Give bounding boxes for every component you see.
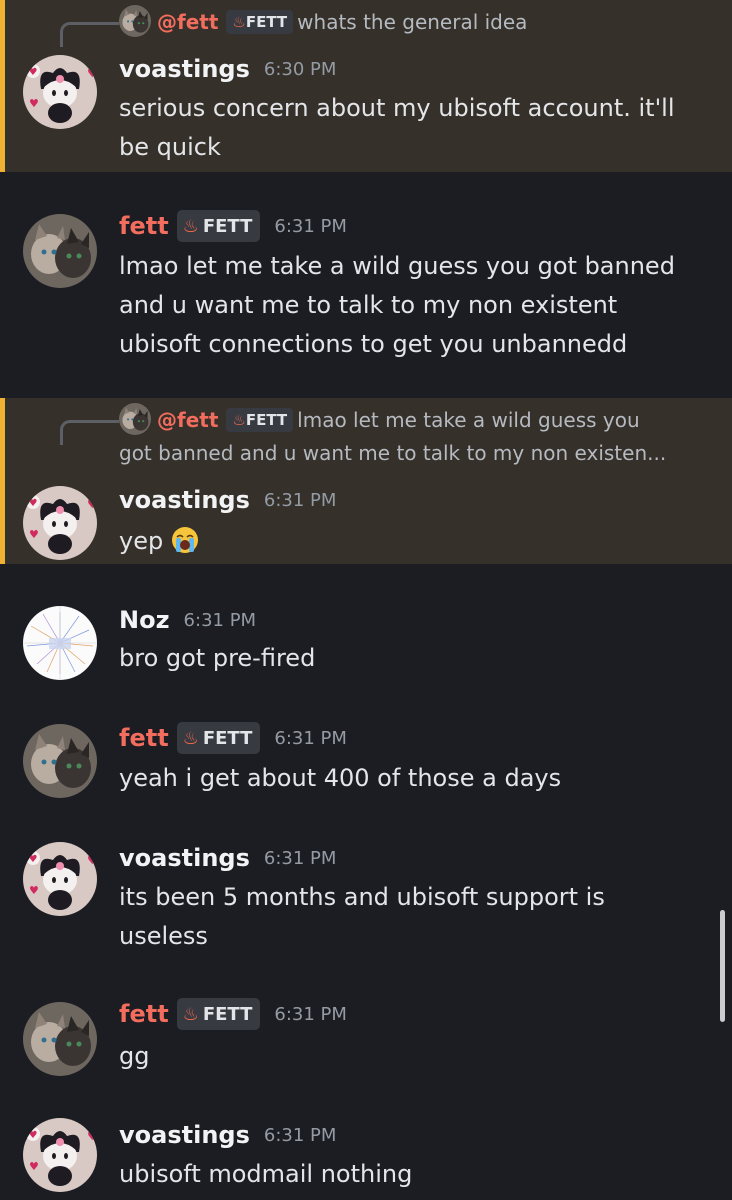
message-item[interactable]: fett ♨ FETT 6:31 PM gg	[0, 980, 732, 1098]
role-tag: ♨ FETT	[176, 998, 261, 1030]
flame-icon: ♨	[182, 215, 199, 237]
flame-icon: ♨	[232, 13, 246, 31]
message-header: Noz 6:31 PM	[119, 604, 256, 636]
message-text: lmao let me take a wild guess you got ba…	[119, 252, 675, 358]
role-tag: ♨ FETT	[176, 210, 261, 242]
reply-text-line2: got banned and u want me to talk to my n…	[119, 441, 667, 465]
username[interactable]: fett	[119, 724, 169, 752]
reply-mention[interactable]: @fett	[157, 10, 218, 34]
message-header: voastings 6:30 PM	[119, 53, 336, 85]
timestamp: 6:31 PM	[274, 1003, 347, 1025]
username[interactable]: Noz	[119, 606, 170, 634]
message-text: bro got pre-fired	[119, 644, 316, 672]
message-header: fett ♨ FETT 6:31 PM	[119, 722, 347, 754]
timestamp: 6:31 PM	[263, 489, 337, 511]
avatar[interactable]	[23, 486, 97, 560]
flame-icon: ♨	[182, 1003, 199, 1025]
message-text: gg	[119, 1042, 150, 1070]
timestamp: 6:31 PM	[274, 727, 347, 749]
avatar[interactable]	[23, 842, 97, 916]
username[interactable]: voastings	[119, 1121, 250, 1149]
reply-connector	[60, 420, 119, 445]
message-item[interactable]: Noz 6:31 PM bro got pre-fired	[0, 564, 732, 704]
timestamp: 6:31 PM	[274, 215, 347, 237]
message-header: fett ♨ FETT 6:31 PM	[119, 998, 347, 1030]
avatar[interactable]	[23, 55, 97, 129]
reply-text: whats the general idea	[297, 10, 528, 34]
message-text: ubisoft modmail nothing	[119, 1160, 413, 1188]
message-header: fett ♨ FETT 6:31 PM	[119, 210, 347, 242]
username[interactable]: fett	[119, 212, 169, 240]
reply-role-tag: ♨FETT	[226, 408, 294, 432]
reply-text: lmao let me take a wild guess you	[297, 408, 640, 432]
reply-preview[interactable]: @fett ♨FETT lmao let me take a wild guess …	[119, 403, 719, 470]
username[interactable]: voastings	[119, 55, 250, 83]
flame-icon: ♨	[182, 727, 199, 749]
message-text: its been 5 months and ubisoft support is…	[119, 883, 605, 950]
message-text: yep	[119, 522, 719, 561]
reply-mention[interactable]: @fett	[157, 408, 218, 432]
username[interactable]: voastings	[119, 844, 250, 872]
message-header: voastings 6:31 PM	[119, 484, 336, 516]
message-header: voastings 6:31 PM	[119, 842, 336, 874]
avatar[interactable]	[23, 724, 97, 798]
message-item[interactable]: fett ♨ FETT 6:31 PM yeah i get about 400 …	[0, 704, 732, 822]
reply-connector	[60, 22, 119, 47]
loudly-crying-face-icon	[172, 527, 199, 553]
username[interactable]: fett	[119, 1000, 169, 1028]
reply-avatar	[119, 403, 151, 435]
timestamp: 6:30 PM	[263, 58, 337, 80]
message-item[interactable]: voastings 6:31 PM its been 5 months and …	[0, 822, 732, 980]
avatar[interactable]	[23, 1002, 97, 1076]
username[interactable]: voastings	[119, 486, 250, 514]
message-text: yeah i get about 400 of those a days	[119, 764, 562, 792]
timestamp: 6:31 PM	[183, 609, 257, 631]
reply-avatar	[119, 5, 151, 37]
message-text: serious concern about my ubisoft account…	[119, 94, 675, 161]
message-item[interactable]: fett ♨ FETT 6:31 PM lmao let me take a wi…	[0, 172, 732, 398]
role-tag: ♨ FETT	[176, 722, 261, 754]
scrollbar[interactable]	[720, 910, 725, 1022]
reply-role-tag: ♨FETT	[226, 10, 294, 34]
message-item[interactable]: @fett ♨FETT lmao let me take a wild guess …	[0, 398, 732, 564]
avatar[interactable]	[23, 214, 97, 288]
message-header: voastings 6:31 PM	[119, 1119, 336, 1151]
timestamp: 6:31 PM	[263, 1124, 337, 1146]
reply-preview[interactable]: @fett ♨FETT whats the general idea	[119, 5, 719, 39]
message-item[interactable]: voastings 6:31 PM ubisoft modmail nothin…	[0, 1098, 732, 1200]
message-item[interactable]: @fett ♨FETT whats the general idea voastin…	[0, 0, 732, 172]
avatar[interactable]	[23, 606, 97, 680]
timestamp: 6:31 PM	[263, 847, 337, 869]
flame-icon: ♨	[232, 411, 246, 429]
avatar[interactable]	[23, 1118, 97, 1192]
